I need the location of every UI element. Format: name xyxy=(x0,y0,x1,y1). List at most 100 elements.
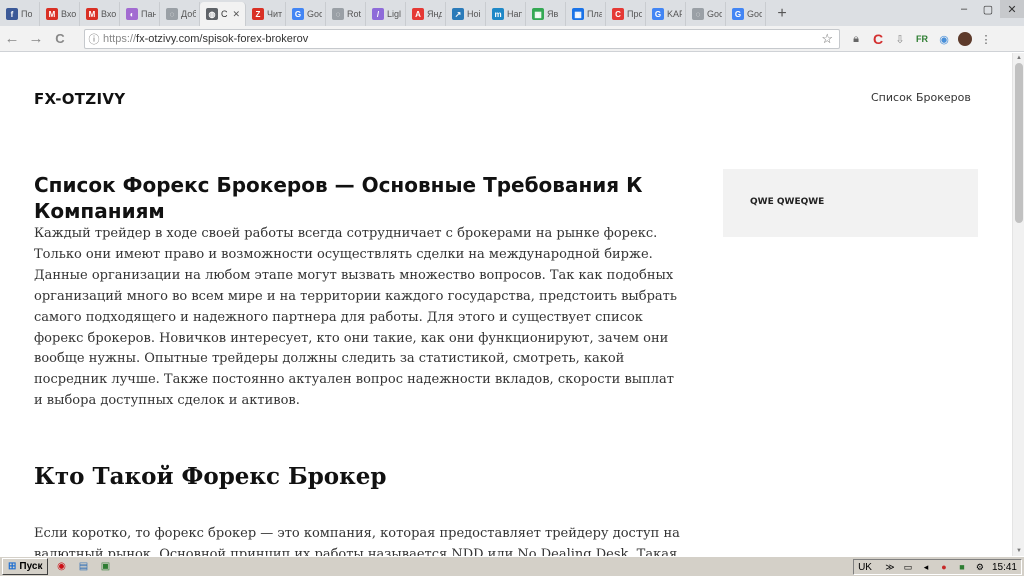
tab-label: Доб xyxy=(181,9,196,19)
tab-label: С xyxy=(221,9,228,19)
minimize-button[interactable]: – xyxy=(952,0,976,18)
maximize-button[interactable]: ▢ xyxy=(976,0,1000,18)
tab-label: KAF xyxy=(667,9,682,19)
profile-avatar-icon[interactable] xyxy=(958,32,972,46)
browser-tab[interactable]: ▦ Яв xyxy=(526,2,566,26)
download-extension-icon[interactable]: ⇩ xyxy=(892,31,908,47)
opera-icon[interactable]: ◉ xyxy=(52,559,70,575)
tab-label: Про xyxy=(627,9,642,19)
grid-icon: ▦ xyxy=(572,8,584,20)
gmail-icon: M xyxy=(86,8,98,20)
facebook-icon: f xyxy=(6,8,18,20)
lock-icon[interactable]: 🔒︎ xyxy=(848,31,864,47)
google-icon: G xyxy=(652,8,664,20)
c-extension-icon[interactable]: C xyxy=(870,31,886,47)
nav-link-brokers[interactable]: Список Брокеров xyxy=(871,91,971,104)
light-icon: / xyxy=(372,8,384,20)
start-button[interactable]: ⊞ Пуск xyxy=(2,558,49,575)
browser-tab[interactable]: C Про xyxy=(606,2,646,26)
network-icon[interactable]: ▭ xyxy=(902,561,914,573)
close-tab-icon[interactable]: ✕ xyxy=(233,9,241,20)
tab-label: Goo xyxy=(747,9,762,19)
browser-tab[interactable]: ◌Goo xyxy=(686,2,726,26)
gmail-icon: M xyxy=(46,8,58,20)
address-bar[interactable]: ⓘ https:// fx-otzivy.com/spisok-forex-br… xyxy=(84,29,840,49)
forward-button[interactable]: → xyxy=(24,27,48,51)
section-paragraph: Если коротко, то форекс брокер — это ком… xyxy=(34,526,680,556)
browser-tab[interactable]: AЯнд xyxy=(406,2,446,26)
documents-icon[interactable]: ▤ xyxy=(74,559,92,575)
page-scrollbar[interactable]: ▲ ▼ xyxy=(1012,53,1024,556)
tab-label: Янд xyxy=(427,9,442,19)
intro-paragraph: Каждый трейдер в ходе своей работы всегд… xyxy=(34,226,677,409)
globe-icon: ◍ xyxy=(206,8,218,20)
menu-icon[interactable]: ⋮ xyxy=(978,31,994,47)
reader-icon: Z xyxy=(252,8,264,20)
desktop-icon[interactable]: ▣ xyxy=(96,559,114,575)
update-icon[interactable]: ■ xyxy=(956,561,968,573)
browser-tab[interactable]: ↗ Ноі xyxy=(446,2,486,26)
yandex-icon: A xyxy=(412,8,424,20)
browser-tab[interactable]: ◌ Доб xyxy=(160,2,200,26)
browser-tab[interactable]: GKAF xyxy=(646,2,686,26)
widget-title[interactable]: QWE QWEQWE xyxy=(750,197,824,207)
language-indicator[interactable]: UK xyxy=(858,562,872,573)
browser-tab[interactable]: m Нап xyxy=(486,2,526,26)
tab-label: Goo xyxy=(307,9,322,19)
scrollbar-thumb[interactable] xyxy=(1015,63,1023,223)
clock: 15:41 xyxy=(991,561,1017,573)
mouse-extension-icon[interactable]: ◉ xyxy=(936,31,952,47)
browser-tab[interactable]: / Ligl xyxy=(366,2,406,26)
browser-tab[interactable]: GGoo xyxy=(286,2,326,26)
tab-label: Goo xyxy=(707,9,722,19)
loading-icon: ◌ xyxy=(166,8,178,20)
new-tab-button[interactable]: + xyxy=(770,2,794,26)
system-tray: UK ≫ ▭ ◂ ● ■ ⚙ 15:41 xyxy=(853,559,1022,575)
browser-tab[interactable]: M Вхо xyxy=(40,2,80,26)
volume-icon[interactable]: ◂ xyxy=(920,561,932,573)
tab-label: Rot xyxy=(347,9,362,19)
chart-icon: ↗ xyxy=(452,8,464,20)
panel-icon: ◐ xyxy=(126,8,138,20)
section-heading: Кто Такой Форекс Брокер xyxy=(34,463,387,490)
browser-tab[interactable]: GGoo xyxy=(726,2,766,26)
tab-label: Ноі xyxy=(467,9,481,19)
loading-icon: ◌ xyxy=(692,8,704,20)
url-scheme: https:// xyxy=(103,33,137,45)
close-window-button[interactable]: ✕ xyxy=(1000,0,1024,18)
back-button[interactable]: ← xyxy=(0,27,24,51)
tab-label: Пла xyxy=(587,9,602,19)
tab-label: Чит xyxy=(267,9,282,19)
window-controls: – ▢ ✕ xyxy=(952,0,1024,20)
tab-label: По xyxy=(21,9,33,19)
tab-active[interactable]: ◍ С ✕ xyxy=(200,2,246,26)
page-viewport: FX-OTZIVY Список Брокеров Список Форекс … xyxy=(0,53,1012,556)
m-icon: m xyxy=(492,8,504,20)
tab-label: Пан xyxy=(141,9,156,19)
tab-label: Вхо xyxy=(101,9,116,19)
fr-extension-icon[interactable]: FR xyxy=(914,31,930,47)
site-title[interactable]: FX-OTZIVY xyxy=(34,90,125,108)
url-text: fx-otzivy.com/spisok-forex-brokerov xyxy=(136,33,309,45)
bookmark-star-icon[interactable]: ☆ xyxy=(821,31,833,47)
browser-tab[interactable]: Z Чит xyxy=(246,2,286,26)
site-info-icon[interactable]: ⓘ xyxy=(85,31,103,47)
settings-icon[interactable]: ⚙ xyxy=(974,561,986,573)
scroll-up-icon[interactable]: ▲ xyxy=(1013,53,1024,63)
reload-button[interactable]: C xyxy=(48,27,72,51)
tab-strip: fПоMВхоMВхо◐Пан◌Доб◍С✕ZЧитGGoo◌Rot/LiglA… xyxy=(0,0,1024,26)
c-icon: C xyxy=(612,8,624,20)
scroll-down-icon[interactable]: ▼ xyxy=(1013,546,1024,556)
antivirus-icon[interactable]: ● xyxy=(938,561,950,573)
tab-label: Нап xyxy=(507,9,522,19)
browser-tab[interactable]: ◌ Rot xyxy=(326,2,366,26)
tray-arrow-icon[interactable]: ≫ xyxy=(884,561,896,573)
browser-tab[interactable]: ▦Пла xyxy=(566,2,606,26)
browser-tab[interactable]: ◐ Пан xyxy=(120,2,160,26)
tab-label: Ligl xyxy=(387,9,402,19)
browser-tab[interactable]: M Вхо xyxy=(80,2,120,26)
page-title: Список Форекс Брокеров — Основные Требов… xyxy=(34,173,643,223)
browser-tab[interactable]: f По xyxy=(0,2,40,26)
tab-label: Яв xyxy=(547,9,559,19)
translate-icon: G xyxy=(732,8,744,20)
